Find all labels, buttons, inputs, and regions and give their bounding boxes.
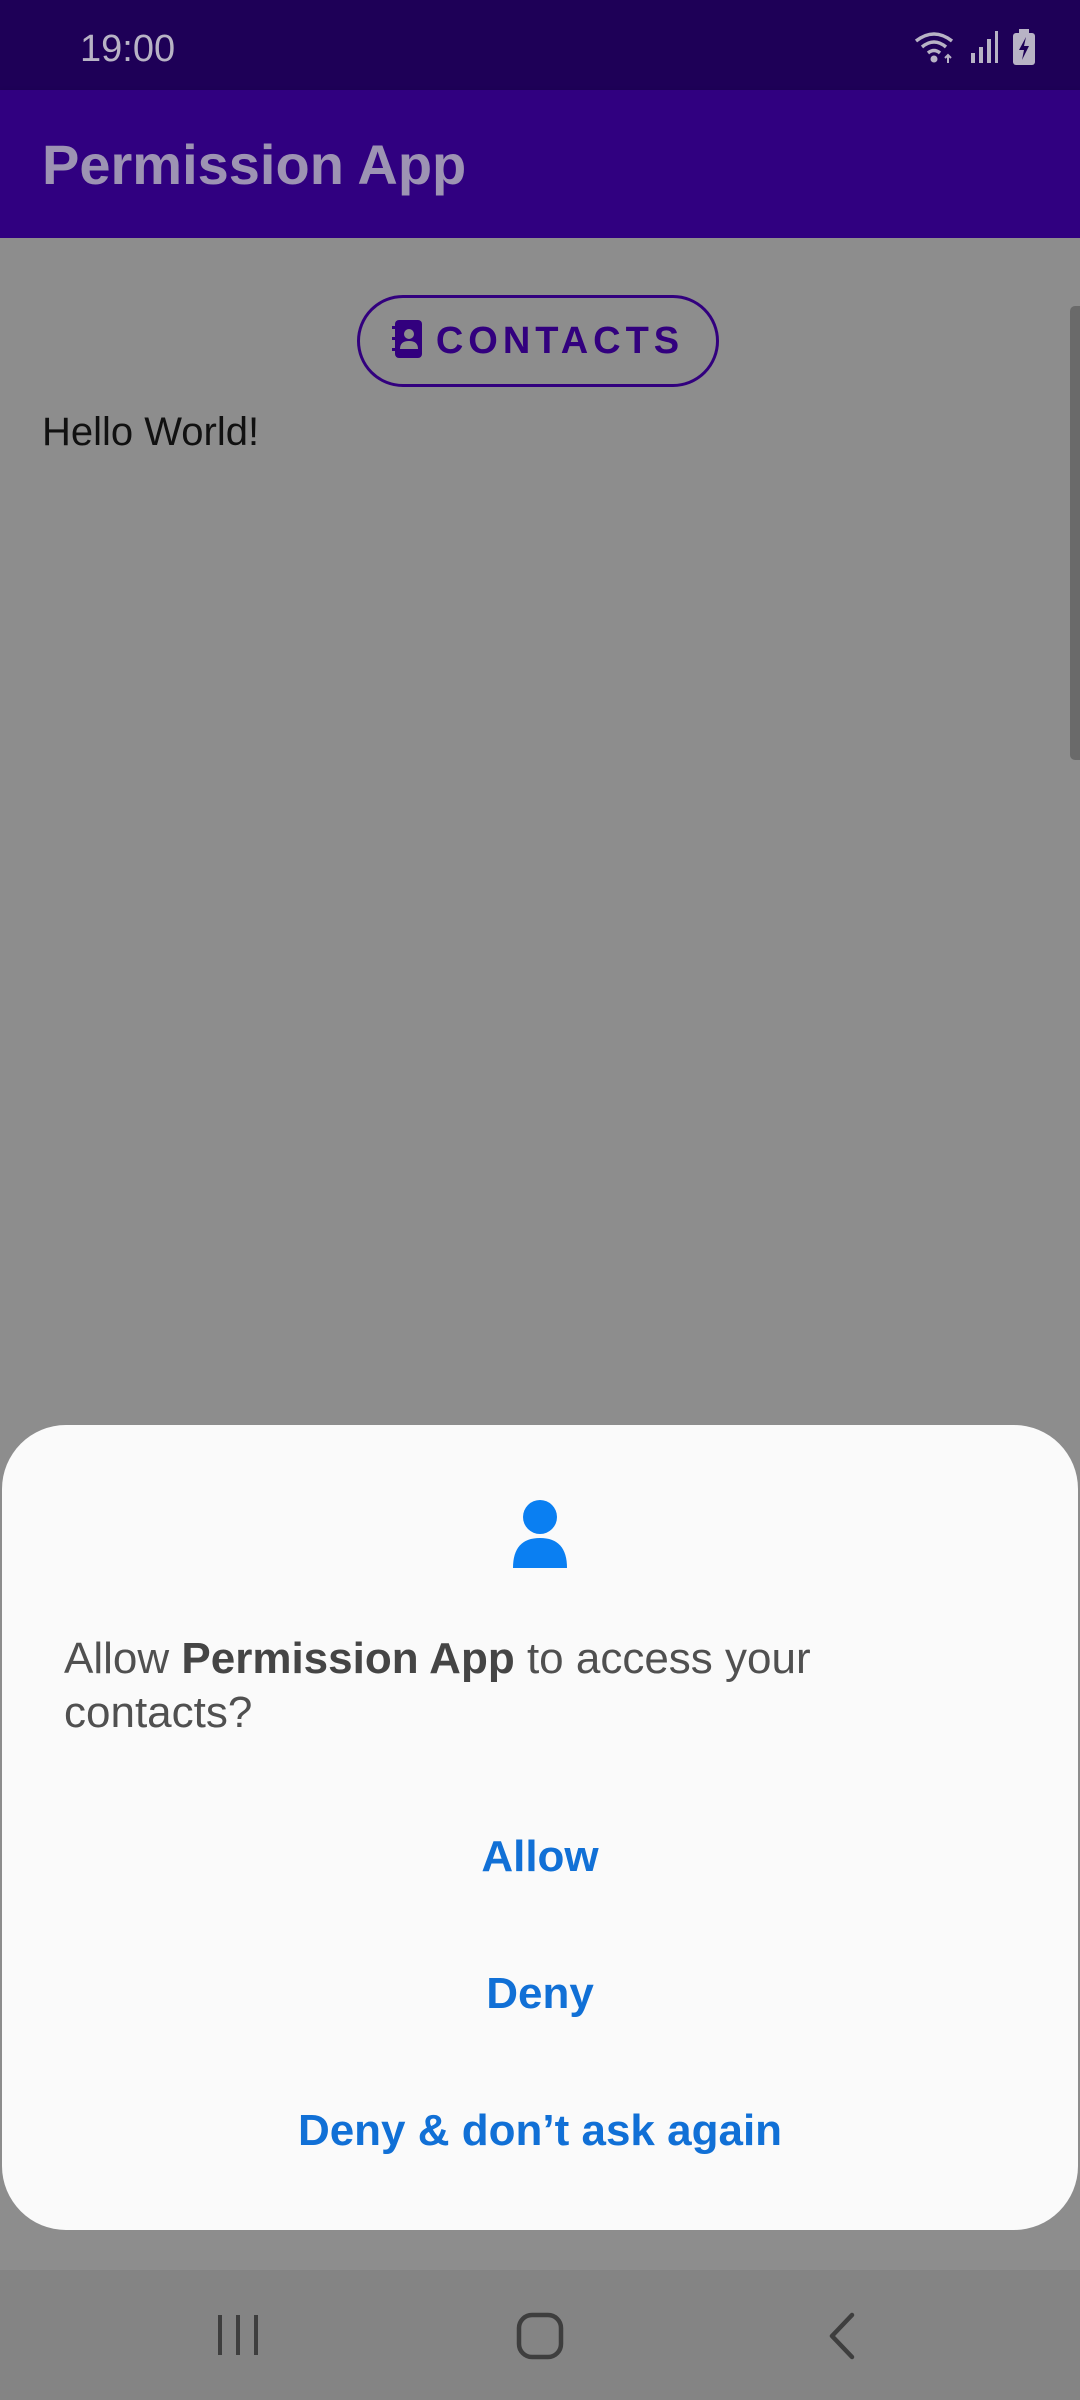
contacts-book-icon <box>391 319 422 363</box>
scrollbar[interactable] <box>1070 306 1080 760</box>
deny-button[interactable]: Deny <box>2 1934 1078 2054</box>
status-bar: 19:00 <box>0 0 1080 90</box>
navigation-bar <box>0 2270 1080 2400</box>
app-title: Permission App <box>42 133 467 196</box>
person-icon <box>510 1500 570 1570</box>
dialog-app-name: Permission App <box>181 1634 515 1683</box>
hello-text: Hello World! <box>42 410 260 454</box>
contacts-button[interactable]: CONTACTS <box>357 295 719 387</box>
home-icon[interactable] <box>516 2312 564 2365</box>
signal-icon <box>970 30 998 68</box>
wifi-icon <box>912 29 956 70</box>
app-bar: Permission App <box>0 90 1080 238</box>
dialog-message: Allow Permission App to access your cont… <box>64 1632 964 1740</box>
back-icon[interactable] <box>826 2312 858 2365</box>
contacts-button-label: CONTACTS <box>435 319 685 362</box>
battery-charging-icon <box>1012 28 1036 70</box>
recents-icon[interactable] <box>216 2312 260 2363</box>
deny-dont-ask-again-button[interactable]: Deny & don’t ask again <box>2 2071 1078 2191</box>
dialog-message-prefix: Allow <box>64 1634 182 1683</box>
allow-button[interactable]: Allow <box>2 1797 1078 1917</box>
status-icons <box>912 26 1036 72</box>
status-time: 19:00 <box>80 28 176 70</box>
